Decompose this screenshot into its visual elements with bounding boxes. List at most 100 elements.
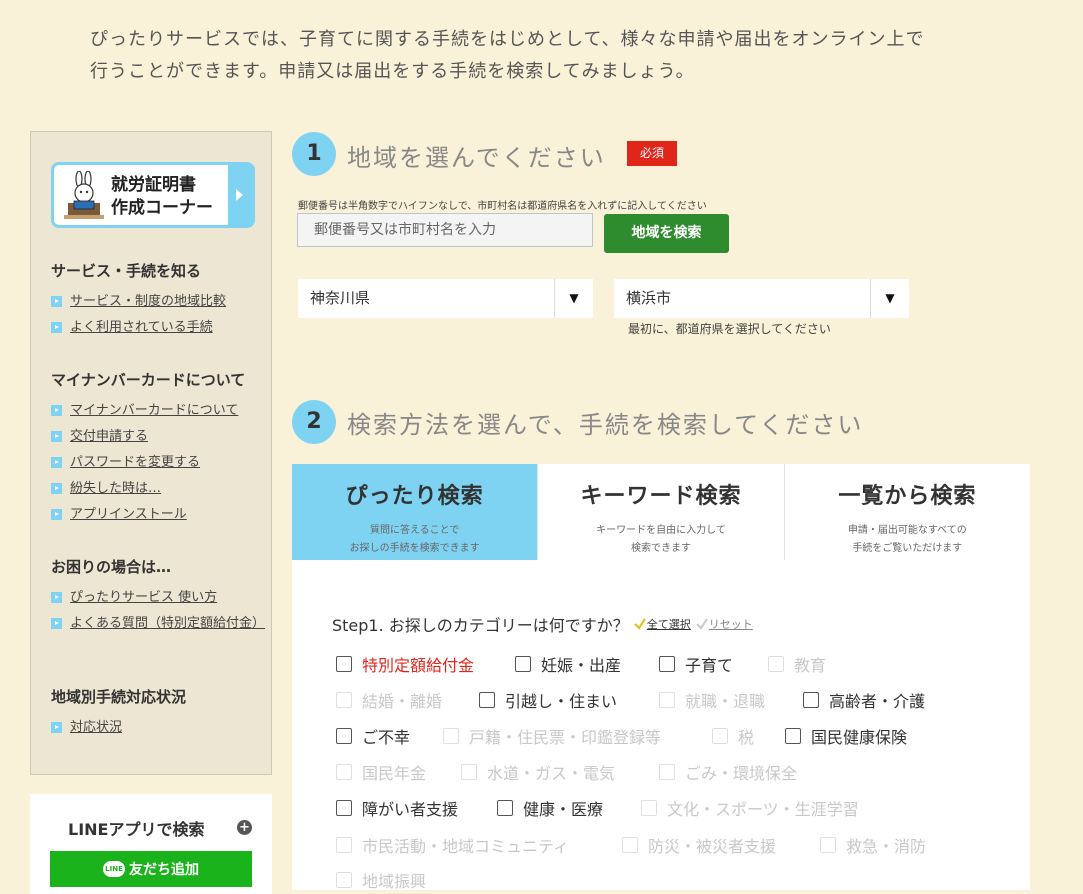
city-select[interactable]: 横浜市 ▼: [614, 279, 909, 318]
checkbox-icon: [443, 728, 459, 744]
category-checkbox[interactable]: 障がい者支援: [336, 796, 458, 820]
category-checkbox: 国民年金: [336, 760, 426, 784]
work-certificate-banner[interactable]: 就労証明書 作成コーナー: [51, 162, 255, 228]
category-checkbox[interactable]: 特別定額給付金: [336, 652, 474, 676]
category-checkbox: 就職・退職: [659, 688, 765, 712]
category-checkbox[interactable]: ご不幸: [336, 724, 410, 748]
sidebar-link-label: パスワードを変更する: [70, 455, 201, 470]
checkbox-icon: [803, 692, 819, 708]
checkbox-icon: [768, 656, 784, 672]
banner-arrow: [228, 165, 252, 225]
area-search-input[interactable]: [297, 213, 593, 247]
sidebar-heading-regional: 地域別手続対応状況: [51, 688, 187, 706]
category-checkbox: 税: [712, 724, 754, 748]
link-arrow-icon: [51, 405, 62, 416]
link-arrow-icon: [51, 722, 62, 733]
sidebar-link-mynumber-card[interactable]: マイナンバーカードについて: [51, 401, 263, 421]
tab-list-search[interactable]: 一覧から検索 申請・届出可能なすべての 手続をご覧いただけます: [785, 464, 1030, 560]
sidebar-link-apply[interactable]: 交付申請する: [51, 427, 263, 447]
sidebar: 就労証明書 作成コーナー サービス・手続を知る サービス・制度の地域比較 よく利…: [30, 131, 272, 775]
sidebar-link-label: サービス・制度の地域比較: [70, 294, 227, 309]
tab-title: ぴったり検索: [345, 484, 484, 509]
sidebar-link-app-install[interactable]: アプリインストール: [51, 505, 263, 525]
category-checkbox: 防災・被災者支援: [622, 833, 776, 857]
sidebar-link-label: 対応状況: [70, 720, 123, 735]
checkbox-icon: [712, 728, 728, 744]
rabbit-mascot-icon: [64, 171, 104, 219]
category-question: Step1. お探しのカテゴリーは何ですか？ 全て選択 リセット: [332, 612, 753, 636]
banner-line-2: 作成コーナー: [111, 198, 213, 218]
category-checkbox[interactable]: 高齢者・介護: [803, 688, 925, 712]
sidebar-link-label: よくある質問（特別定額給付金）: [70, 616, 266, 631]
sidebar-link-popular[interactable]: よく利用されている手続: [51, 318, 263, 338]
link-arrow-icon: [51, 592, 62, 603]
checkbox-icon: [336, 728, 352, 744]
sidebar-link-status[interactable]: 対応状況: [51, 718, 263, 738]
line-title: LINEアプリで検索: [68, 820, 205, 839]
area-input-hint: 郵便番号は半角数字でハイフンなしで、市町村名は都道府県名を入れずに記入してくださ…: [298, 201, 707, 212]
sidebar-heading-help: お困りの場合は…: [51, 558, 172, 576]
sidebar-link-label: よく利用されている手続: [70, 320, 213, 335]
step2-title: 検索方法を選んで、手続を検索してください: [347, 411, 864, 439]
dropdown-arrow-icon: ▼: [554, 279, 593, 318]
sidebar-link-label: マイナンバーカードについて: [70, 403, 239, 418]
checkbox-icon: [461, 764, 477, 780]
link-arrow-icon: [51, 483, 62, 494]
category-checkbox: 地域振興: [336, 868, 426, 892]
sidebar-link-label: 紛失した時は…: [70, 481, 162, 496]
tab-pittari-search[interactable]: ぴったり検索 質問に答えることで お探しの手続を検索できます: [292, 464, 539, 570]
category-checkbox: 市民活動・地域コミュニティ: [336, 833, 569, 857]
sidebar-link-region-compare[interactable]: サービス・制度の地域比較: [51, 292, 263, 312]
line-icon: LINE: [103, 861, 125, 877]
sidebar-link-password[interactable]: パスワードを変更する: [51, 453, 263, 473]
checkbox-icon: [336, 656, 352, 672]
checkbox-icon: [497, 800, 513, 816]
intro-text: ぴったりサービスでは、子育てに関する手続をはじめとして、様々な申請や届出をオンラ…: [90, 24, 990, 88]
sidebar-link-label: ぴったりサービス 使い方: [70, 590, 218, 605]
link-arrow-icon: [51, 509, 62, 520]
dropdown-arrow-icon: ▼: [870, 279, 909, 318]
check-icon: [634, 618, 646, 630]
link-arrow-icon: [51, 618, 62, 629]
category-checkbox: 結婚・離婚: [336, 688, 442, 712]
category-checkbox[interactable]: 健康・医療: [497, 796, 603, 820]
category-checkbox: 教育: [768, 652, 826, 676]
checkbox-icon: [659, 764, 675, 780]
checkbox-icon: [479, 692, 495, 708]
chevron-right-icon: [236, 189, 243, 201]
category-checkbox[interactable]: 国民健康保険: [785, 724, 907, 748]
tab-subtitle: 質問に答えることで お探しの手続を検索できます: [349, 525, 480, 554]
sidebar-heading-mynumber: マイナンバーカードについて: [51, 371, 246, 389]
category-checkbox: 文化・スポーツ・生涯学習: [641, 796, 859, 820]
prefecture-select[interactable]: 神奈川県 ▼: [298, 279, 593, 318]
tab-subtitle: 申請・届出可能なすべての 手続をご覧いただけます: [847, 525, 967, 554]
plus-icon[interactable]: +: [237, 820, 252, 835]
category-question-label: Step1. お探しのカテゴリーは何ですか？: [332, 616, 629, 635]
check-icon: [696, 618, 708, 630]
checkbox-icon: [641, 800, 657, 816]
checkbox-icon: [659, 692, 675, 708]
sidebar-link-howto[interactable]: ぴったりサービス 使い方: [51, 588, 263, 608]
area-search-button[interactable]: 地域を検索: [604, 214, 729, 253]
intro-line-1: ぴったりサービスでは、子育てに関する手続をはじめとして、様々な申請や届出をオンラ…: [90, 29, 925, 50]
line-add-friend-button[interactable]: LINE 友だち追加: [50, 851, 252, 887]
line-search-box: LINEアプリで検索 + LINE 友だち追加: [30, 794, 272, 894]
category-checkbox[interactable]: 引越し・住まい: [479, 688, 617, 712]
checkbox-icon: [336, 692, 352, 708]
sidebar-link-lost[interactable]: 紛失した時は…: [51, 479, 263, 499]
prefecture-value: 神奈川県: [310, 289, 371, 307]
link-arrow-icon: [51, 457, 62, 468]
link-arrow-icon: [51, 296, 62, 307]
checkbox-icon: [515, 656, 531, 672]
banner-text: 就労証明書 作成コーナー: [111, 174, 213, 220]
city-select-note: 最初に、都道府県を選択してください: [628, 322, 831, 336]
tab-keyword-search[interactable]: キーワード検索 キーワードを自由に入力して 検索できます: [538, 464, 785, 560]
reset-link[interactable]: リセット: [695, 616, 753, 632]
checkbox-icon: [336, 837, 352, 853]
sidebar-link-faq[interactable]: よくある質問（特別定額給付金）: [51, 614, 266, 634]
category-checkbox[interactable]: 子育て: [659, 652, 733, 676]
checkbox-icon: [785, 728, 801, 744]
checkbox-icon: [659, 656, 675, 672]
select-all-link[interactable]: 全て選択: [633, 616, 691, 632]
category-checkbox[interactable]: 妊娠・出産: [515, 652, 621, 676]
